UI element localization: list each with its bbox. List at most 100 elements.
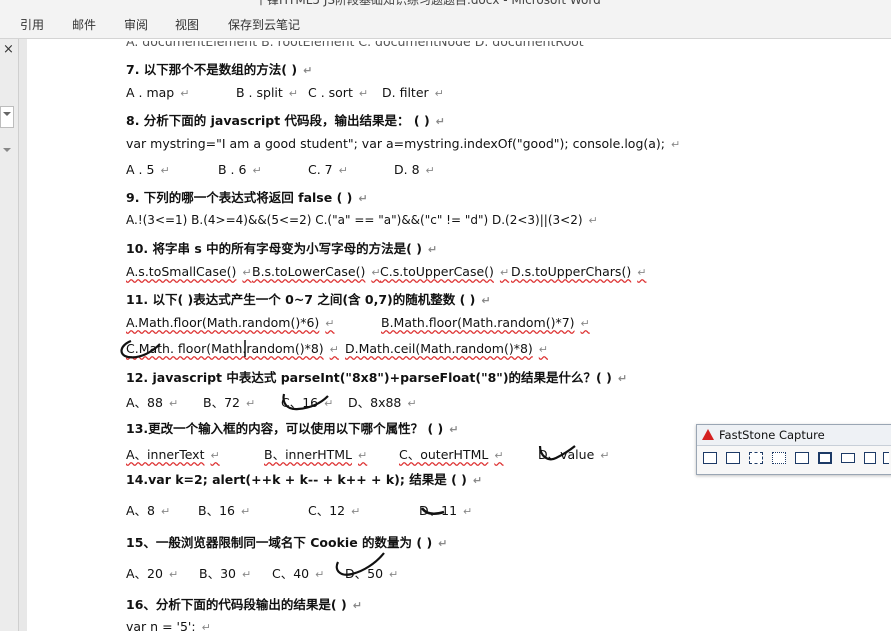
paragraph-mark: ↵ [168,397,179,410]
paragraph-mark: ↵ [472,474,483,487]
navigation-pane: × [0,39,19,631]
q12-option-c: C、16 ↵ [281,395,334,410]
tab-review[interactable]: 审阅 [124,16,148,33]
q8-option-d: D. 8 ↵ [394,162,435,177]
paragraph-mark: ↵ [435,115,445,128]
paragraph-mark: ↵ [324,397,334,410]
question-8: 8. 分析下面的 javascript 代码段，输出结果是： ( ) ↵ [126,113,445,128]
paragraph-mark: ↵ [358,449,368,462]
chevron-down-icon-2[interactable] [3,148,11,152]
paragraph-mark: ↵ [329,343,339,356]
paragraph-mark: ↵ [288,87,299,100]
q8-option-c: C. 7 ↵ [308,162,348,177]
paragraph-mark: ↵ [161,505,171,518]
paragraph-mark: ↵ [580,317,590,330]
q12-option-d: D、8x88 ↵ [348,395,417,410]
screen-recorder-icon[interactable] [864,452,876,464]
paragraph-mark: ↵ [481,294,491,307]
tab-references[interactable]: 引用 [20,16,44,33]
paragraph-mark: ↵ [427,243,438,256]
q12-option-a: A、88 ↵ [126,395,179,410]
faststone-title: FastStone Capture [719,428,825,442]
paragraph-mark: ↵ [325,317,335,330]
q7-option-a: A . map ↵ [126,85,190,100]
draw-icon[interactable] [883,452,889,464]
faststone-titlebar[interactable]: FastStone Capture [697,425,891,446]
paragraph-mark: ↵ [303,64,313,77]
capture-active-window-icon[interactable] [703,452,717,464]
q14-option-b: B、16 ↵ [198,503,251,518]
question-12: 12. javascript 中表达式 parseInt("8x8")+pars… [126,370,628,385]
faststone-logo-icon [702,429,714,440]
question-16: 16、分析下面的代码段输出的结果是( ) ↵ [126,597,362,612]
paragraph-mark: ↵ [242,266,252,279]
paragraph-mark: ↵ [588,214,598,227]
q14-option-a: A、8 ↵ [126,503,171,518]
paragraph-mark: ↵ [201,621,211,631]
paragraph-mark: ↵ [407,397,417,410]
page-gutter [19,39,27,631]
chevron-down-icon[interactable] [3,112,11,116]
window-titlebar: 千锋HTML5 JS阶段基础知识练习题题目.docx - Microsoft W… [0,0,891,8]
capture-scrolling-icon[interactable] [818,452,832,464]
tab-view[interactable]: 视图 [175,16,199,33]
window-title: 千锋HTML5 JS阶段基础知识练习题题目.docx - Microsoft W… [255,0,601,7]
paragraph-mark: ↵ [434,87,444,100]
paragraph-mark: ↵ [494,449,504,462]
capture-fullscreen-icon[interactable] [795,452,809,464]
q14-option-d: D、11 ↵ [419,503,473,518]
paragraph-mark: ↵ [617,372,628,385]
q11-option-b: B.Math.floor(Math.random()*7) ↵ [381,315,590,330]
q12-option-b: B、72 ↵ [203,395,256,410]
capture-window-object-icon[interactable] [726,452,740,464]
q10-option-c: C.s.toUpperCase() ↵ [380,264,510,279]
paragraph-mark: ↵ [671,138,681,151]
question-10: 10. 将字串 s 中的所有字母变为小写字母的方法是( ) ↵ [126,241,438,256]
paragraph-mark: ↵ [252,164,262,177]
q10-option-d: D.s.toUpperChars() ↵ [511,264,647,279]
question-14: 14.var k=2; alert(++k + k-- + k++ + k); … [126,472,483,487]
paragraph-mark: ↵ [338,164,348,177]
q15-option-b: B、30 ↵ [199,566,252,581]
paragraph-mark: ↵ [600,449,610,462]
capture-fixed-region-icon[interactable] [841,453,855,463]
paragraph-mark: ↵ [463,505,473,518]
q15-option-d: D、50 ↵ [345,566,399,581]
capture-freehand-icon[interactable] [772,452,786,464]
paragraph-mark: ↵ [245,397,256,410]
paragraph-mark: ↵ [240,505,251,518]
paragraph-mark: ↵ [180,87,190,100]
paragraph-mark: ↵ [358,192,368,205]
q7-option-d: D. filter ↵ [382,85,444,100]
q13-option-c: C、outerHTML ↵ [399,447,504,462]
close-icon[interactable]: × [3,42,14,57]
q8-option-a: A . 5 ↵ [126,162,170,177]
q9-options: A.!(3<=1) B.(4>=4)&&(5<=2) C.("a" == "a"… [126,213,598,227]
question-9: 9. 下列的哪一个表达式将返回 false ( ) ↵ [126,190,368,205]
paragraph-mark: ↵ [499,266,510,279]
paragraph-mark: ↵ [389,568,399,581]
q11-option-c: C.Math. floor(Math.random()*8) ↵ [126,341,339,356]
q13-option-a: A、innerText ↵ [126,447,220,462]
q7-option-b: B . split ↵ [236,85,299,100]
paragraph-mark: ↵ [538,343,548,356]
paragraph-mark: ↵ [210,449,220,462]
tab-mailings[interactable]: 邮件 [72,16,96,33]
q15-option-a: A、20 ↵ [126,566,179,581]
paragraph-mark: ↵ [449,423,459,436]
tab-save-to-cloud-note[interactable]: 保存到云笔记 [228,16,300,33]
q8-code: var mystring="I am a good student"; var … [126,136,681,151]
q16-code: var n = '5'; ↵ [126,619,211,631]
paragraph-mark: ↵ [160,164,170,177]
q14-option-c: C、12 ↵ [308,503,361,518]
q13-option-d: D、value ↵ [538,447,610,462]
question-15: 15、一般浏览器限制同一域名下 Cookie 的数量为 ( ) ↵ [126,535,448,550]
paragraph-mark: ↵ [351,505,361,518]
paragraph-mark: ↵ [637,266,647,279]
q11-option-a: A.Math.floor(Math.random()*6) ↵ [126,315,335,330]
nav-dropdown[interactable] [0,106,14,128]
paragraph-mark: ↵ [241,568,252,581]
capture-rectangle-icon[interactable] [749,452,763,464]
q15-option-c: C、40 ↵ [272,566,325,581]
faststone-capture-toolbar[interactable]: FastStone Capture [696,424,891,475]
